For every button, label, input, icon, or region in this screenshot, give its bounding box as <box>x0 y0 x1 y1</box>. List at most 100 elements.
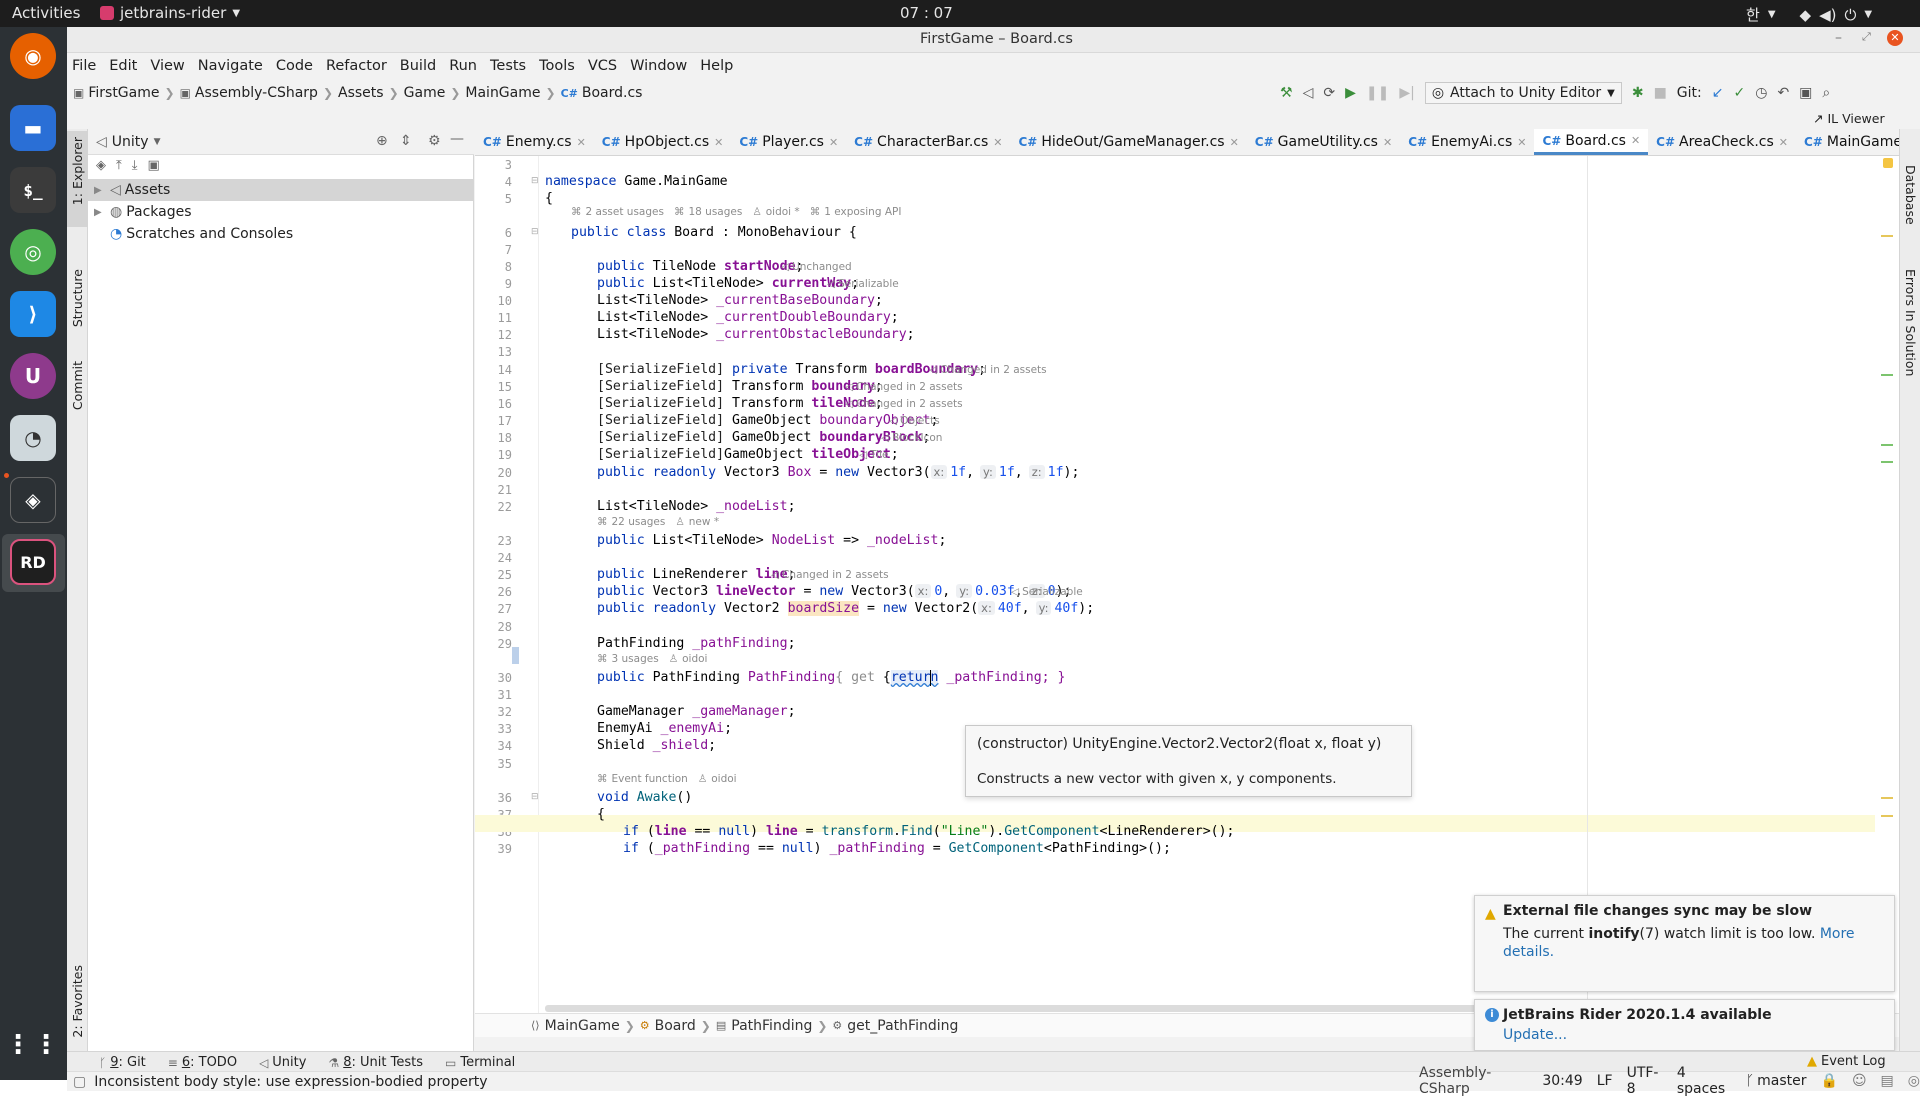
code-line[interactable]: if (_pathFinding == null) _pathFinding =… <box>623 841 1171 856</box>
refresh-icon[interactable]: ⟳ <box>1323 85 1335 101</box>
code-line[interactable]: EnemyAi _enemyAi; <box>597 721 732 736</box>
inline-hint[interactable]: ◁ Serializable <box>1011 586 1083 598</box>
menu-item-file[interactable]: File <box>72 58 96 74</box>
code-vision-lens[interactable]: ⌘ 2 asset usages ⌘ 18 usages ♙ oidoi * ⌘ 1 expo… <box>571 206 901 218</box>
step-icon[interactable]: ▶| <box>1399 85 1414 101</box>
code-line[interactable]: [SerializeField] Transform tileNode; <box>597 396 883 411</box>
search-icon[interactable]: ⌕ <box>1822 85 1830 101</box>
git-update-icon[interactable]: ↙ <box>1712 85 1724 101</box>
close-tab-icon[interactable]: ✕ <box>1631 134 1640 147</box>
code-line[interactable]: [SerializeField]GameObject tileObject; <box>597 447 899 462</box>
fold-marker-icon[interactable]: ⊟ <box>531 176 539 186</box>
menu-item-tests[interactable]: Tests <box>490 58 526 74</box>
code-line[interactable]: public List<TileNode> currentWay; <box>597 276 859 291</box>
menu-item-vcs[interactable]: VCS <box>588 58 617 74</box>
inline-hint[interactable]: ◁ Changed in 2 assets <box>771 569 889 581</box>
code-line[interactable]: { <box>545 191 553 206</box>
run-configuration-select[interactable]: ◎ Attach to Unity Editor ▼ <box>1424 82 1622 104</box>
inspector-icon[interactable]: ☺ <box>1852 1073 1867 1089</box>
code-line[interactable]: { <box>597 807 605 822</box>
memory-icon[interactable]: ▤ <box>1881 1073 1894 1089</box>
menu-item-run[interactable]: Run <box>449 58 477 74</box>
fold-marker-icon[interactable]: ⊟ <box>531 792 539 802</box>
breadcrumb-item[interactable]: ▣ Assembly-CSharp <box>180 85 318 101</box>
favorites-tool-tab[interactable]: 2: Favorites <box>70 965 85 1038</box>
editor-tab[interactable]: C#MainGame/G <box>1796 129 1899 155</box>
close-tab-icon[interactable]: ✕ <box>1779 136 1788 149</box>
expand-icon[interactable]: ⤒ <box>116 158 122 173</box>
preview-icon[interactable]: ▣ <box>148 158 160 173</box>
code-line[interactable]: List<TileNode> _currentDoubleBoundary; <box>597 310 899 325</box>
lock-icon[interactable]: 🔒 <box>1821 1073 1838 1089</box>
locate-icon[interactable]: ⊕ <box>376 133 388 149</box>
vscode-icon[interactable]: ⟩ <box>10 291 56 337</box>
menu-item-code[interactable]: Code <box>276 58 313 74</box>
maximize-button[interactable]: ⤢ <box>1862 30 1871 44</box>
code-line[interactable]: List<TileNode> _currentBaseBoundary; <box>597 293 883 308</box>
update-link[interactable]: Update... <box>1503 1027 1567 1043</box>
code-line[interactable]: namespace Game.MainGame <box>545 174 728 189</box>
tree-item-packages[interactable]: ▶ ◍ Packages <box>94 201 192 223</box>
rollback-icon[interactable]: ↶ <box>1777 85 1789 101</box>
bottom-tab-4[interactable]: ▭ Terminal <box>445 1055 515 1070</box>
inline-hint[interactable]: ◁ Changed in 2 assets <box>845 398 963 410</box>
layout-icon[interactable]: ▣ <box>1799 85 1812 101</box>
menu-item-tools[interactable]: Tools <box>539 58 575 74</box>
errors-in-solution-tool-tab[interactable]: Errors In Solution <box>1903 269 1918 376</box>
code-line[interactable]: List<TileNode> _currentObstacleBoundary; <box>597 327 915 342</box>
minimize-button[interactable]: – <box>1835 30 1842 46</box>
expand-arrow-icon[interactable]: ▶ <box>94 207 108 218</box>
unity-hub-icon[interactable]: U <box>10 353 56 399</box>
inline-hint[interactable]: ◁ Serializable <box>827 278 899 290</box>
toggle-tool-windows-icon[interactable]: ▢ <box>73 1074 86 1090</box>
activities-button[interactable]: Activities <box>12 4 80 22</box>
menu-item-view[interactable]: View <box>150 58 184 74</box>
close-tab-icon[interactable]: ✕ <box>1383 136 1392 149</box>
editor-tab[interactable]: C# HideOut/GameManager.cs ✕ <box>1010 129 1246 155</box>
build-hammer-icon[interactable]: ⚒ <box>1280 85 1293 101</box>
code-line[interactable]: public List<TileNode> NodeList => _nodeL… <box>597 533 946 548</box>
menu-item-navigate[interactable]: Navigate <box>198 58 263 74</box>
status-git-branch[interactable]: ᚴ master <box>1746 1073 1807 1089</box>
code-editor[interactable]: 3 4 5 6 7 8 9 10 11 12 13 14 15 16 17 18 19 20 21 22 23 24 25 2… <box>475 156 1899 1013</box>
status-caret-position[interactable]: 30:49 <box>1542 1073 1582 1089</box>
collapse-icon[interactable]: ⤓ <box>132 158 138 173</box>
bottom-tab-0[interactable]: ᚴ9: Git <box>99 1055 146 1070</box>
breadcrumb-item[interactable]: C# Board.cs <box>561 85 643 101</box>
editor-tab[interactable]: C# Board.cs ✕ <box>1534 129 1649 155</box>
close-tab-icon[interactable]: ✕ <box>829 136 838 149</box>
disk-usage-icon[interactable]: ◔ <box>10 415 56 461</box>
collapse-all-icon[interactable]: ⇕ <box>400 133 412 149</box>
editor-tab[interactable]: C# CharacterBar.cs ✕ <box>846 129 1010 155</box>
editor-tab[interactable]: C# Enemy.cs ✕ <box>475 129 594 155</box>
commit-tool-tab[interactable]: Commit <box>70 361 85 410</box>
editor-breadcrumb-item[interactable]: ⚙ Board <box>640 1018 696 1034</box>
code-vision-lens[interactable]: ⌘ 22 usages ♙ new * <box>597 516 719 528</box>
menu-item-window[interactable]: Window <box>630 58 687 74</box>
il-viewer-tab[interactable]: ↗ IL Viewer <box>1813 111 1885 126</box>
code-line[interactable]: [SerializeField] GameObject boundaryObje… <box>597 413 938 428</box>
inline-hint[interactable]: ◁ Changed in 2 assets <box>929 364 1047 376</box>
stop-icon[interactable]: ■ <box>1654 85 1667 101</box>
menu-item-refactor[interactable]: Refactor <box>326 58 387 74</box>
structure-tool-tab[interactable]: Structure <box>70 269 85 327</box>
code-line[interactable]: public class Board : MonoBehaviour { <box>571 225 857 240</box>
git-commit-icon[interactable]: ✓ <box>1733 85 1745 101</box>
close-tab-icon[interactable]: ✕ <box>993 136 1002 149</box>
bottom-tab-1[interactable]: ≡ 6: TODO <box>168 1055 237 1070</box>
breadcrumb-item[interactable]: Assets <box>338 85 384 101</box>
status-line-separator[interactable]: LF <box>1597 1073 1613 1089</box>
breadcrumb-item[interactable]: Game <box>404 85 446 101</box>
tree-item-assets[interactable]: ▶ ◁ Assets <box>94 179 170 201</box>
play-icon[interactable]: ▶ <box>1345 85 1356 101</box>
editor-tab[interactable]: C# Player.cs ✕ <box>731 129 846 155</box>
menu-item-help[interactable]: Help <box>700 58 733 74</box>
code-line[interactable]: List<TileNode> _nodeList; <box>597 499 796 514</box>
code-line[interactable]: PathFinding _pathFinding; <box>597 636 796 651</box>
editor-breadcrumb-item[interactable]: ⟨⟩ MainGame <box>531 1018 620 1034</box>
clock[interactable]: 07 : 07 <box>900 4 953 22</box>
code-line[interactable]: public PathFinding PathFinding{ get {ret… <box>597 670 1066 685</box>
firefox-icon[interactable]: ◉ <box>10 33 56 79</box>
code-area[interactable]: namespace Game.MainGame { ⌘ 2 asset usages ⌘… <box>531 156 1875 1013</box>
code-line[interactable]: public Vector3 lineVector = new Vector3(… <box>597 584 1072 599</box>
